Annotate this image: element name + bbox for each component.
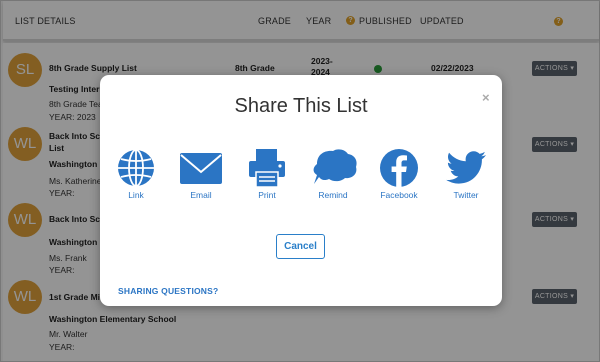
share-label: Facebook <box>380 190 418 200</box>
share-remind-button[interactable]: Remind <box>311 148 357 200</box>
modal-title: Share This List <box>234 95 368 117</box>
globe-icon <box>118 149 154 187</box>
share-facebook-button[interactable]: Facebook <box>377 148 421 200</box>
share-link-button[interactable]: Link <box>114 148 158 200</box>
share-print-button[interactable]: Print <box>245 148 289 200</box>
share-label: Remind <box>318 190 348 200</box>
share-label: Link <box>128 190 144 200</box>
close-icon[interactable]: × <box>482 90 490 105</box>
share-label: Twitter <box>453 190 479 200</box>
envelope-icon <box>180 153 222 184</box>
speech-bubble-icon <box>313 149 357 184</box>
twitter-bird-icon <box>446 151 486 184</box>
share-modal: Share This List × Link Email Print Remin… <box>100 75 502 306</box>
sharing-questions-link[interactable]: SHARING QUESTIONS? <box>118 286 218 296</box>
cancel-button[interactable]: Cancel <box>276 234 325 259</box>
share-label: Email <box>190 190 212 200</box>
facebook-icon <box>380 149 418 187</box>
printer-icon <box>249 149 285 188</box>
share-twitter-button[interactable]: Twitter <box>444 148 488 200</box>
share-email-button[interactable]: Email <box>179 148 223 200</box>
share-label: Print <box>258 190 276 200</box>
